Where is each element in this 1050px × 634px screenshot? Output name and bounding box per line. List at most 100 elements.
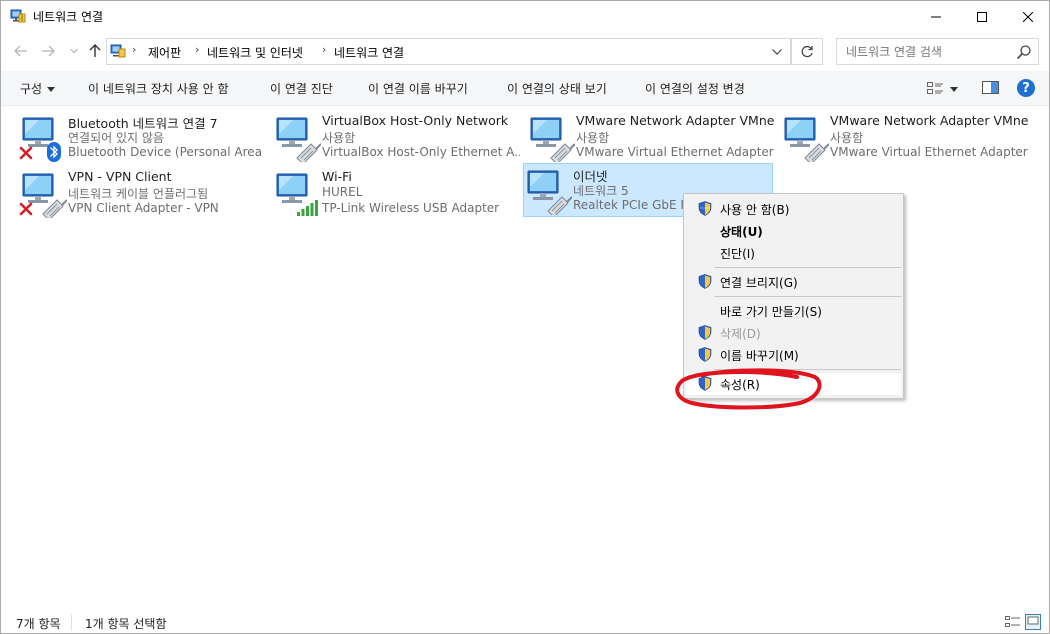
- window-title: 네트워크 연결: [33, 10, 104, 24]
- breadcrumb-network-internet[interactable]: 네트워크 및 인터넷: [207, 44, 303, 61]
- ethernet-network-icon: [530, 117, 575, 162]
- minimize-button[interactable]: [913, 1, 959, 32]
- search-icon[interactable]: [1016, 44, 1032, 60]
- forward-button[interactable]: [38, 41, 58, 61]
- ethernet-network-icon: [784, 117, 829, 162]
- connection-device: Bluetooth Device (Personal Area ...: [68, 145, 266, 159]
- breadcrumb-separator[interactable]: ›: [195, 43, 199, 56]
- breadcrumb-separator[interactable]: ›: [322, 43, 326, 56]
- refresh-icon: [801, 45, 813, 57]
- menu-item-rename[interactable]: 이름 바꾸기(M): [686, 344, 901, 366]
- organize-menu[interactable]: 구성: [20, 80, 56, 97]
- connection-device: VPN Client Adapter - VPN: [68, 201, 219, 215]
- preview-pane-button[interactable]: [982, 80, 1000, 98]
- details-view-icon[interactable]: [1005, 614, 1021, 630]
- address-dropdown-button[interactable]: [767, 44, 787, 60]
- connection-device: VirtualBox Host-Only Ethernet A...: [322, 145, 520, 159]
- uac-shield-icon: [698, 347, 712, 362]
- up-button[interactable]: [85, 41, 105, 61]
- context-menu: 사용 안 함(B) 상태(U) 진단(I) 연결 브리지(G) 바로 가기 만들…: [683, 193, 904, 399]
- ethernet-network-icon: [527, 170, 572, 215]
- menu-item-label: 상태(U): [720, 225, 763, 239]
- connection-item[interactable]: Bluetooth 네트워크 연결 7 연결되어 있지 않음 Bluetooth D…: [18, 110, 268, 164]
- connection-name: VMware Network Adapter VMnet1: [576, 113, 774, 128]
- address-row: › 제어판 › 네트워크 및 인터넷 › 네트워크 연결: [1, 32, 1049, 71]
- diagnose-connection-button[interactable]: 이 연결 진단: [270, 80, 333, 97]
- uac-shield-icon: [698, 325, 712, 340]
- bluetooth-network-icon: [19, 117, 61, 162]
- ethernet-network-icon: [19, 173, 67, 218]
- close-icon: [1023, 11, 1033, 22]
- connection-item[interactable]: VPN - VPN Client 네트워크 케이블 언플러그됨 VPN Client…: [18, 166, 268, 220]
- connection-status: 사용함: [322, 131, 356, 145]
- large-icons-view-icon[interactable]: [1025, 614, 1041, 630]
- disable-device-button[interactable]: 이 네트워크 장치 사용 안 함: [88, 80, 229, 97]
- refresh-button[interactable]: [791, 38, 823, 65]
- change-view-button[interactable]: [927, 80, 963, 98]
- search-box[interactable]: [836, 38, 1039, 65]
- rename-connection-button[interactable]: 이 연결 이름 바꾸기: [368, 80, 468, 97]
- close-button[interactable]: [1005, 1, 1050, 32]
- menu-item-label: 삭제(D): [720, 327, 761, 341]
- menu-item-properties[interactable]: 속성(R): [686, 373, 901, 395]
- breadcrumb-control-panel[interactable]: 제어판: [148, 44, 181, 61]
- ethernet-network-icon: [276, 117, 321, 162]
- menu-item-delete[interactable]: 삭제(D): [686, 322, 901, 344]
- network-connections-window: 네트워크 연결 › 제어판 › 네트워크 및 인터넷 › 네트워크 연결 네트워…: [0, 0, 1050, 634]
- change-settings-button[interactable]: 이 연결의 설정 변경: [645, 80, 745, 97]
- menu-separator: [714, 267, 901, 268]
- wifi-network-icon: [276, 173, 318, 216]
- recent-locations-button[interactable]: [64, 41, 84, 61]
- connection-status: 연결되어 있지 않음: [68, 131, 164, 145]
- status-separator: [71, 614, 72, 630]
- network-connections-icon: [110, 44, 126, 58]
- breadcrumb-network-connections[interactable]: 네트워크 연결: [334, 44, 404, 61]
- connection-name: VPN - VPN Client: [68, 169, 172, 184]
- menu-item-status[interactable]: 상태(U): [686, 220, 901, 242]
- network-connections-icon: [10, 9, 26, 23]
- caret-down-icon: [950, 86, 958, 92]
- address-bar[interactable]: › 제어판 › 네트워크 및 인터넷 › 네트워크 연결: [106, 38, 791, 65]
- connection-item[interactable]: VMware Network Adapter VMnet1 사용함 VMware V…: [526, 110, 776, 164]
- connection-item[interactable]: VMware Network Adapter VMnet8 사용함 VMware V…: [780, 110, 1030, 164]
- uac-shield-icon: [698, 201, 712, 216]
- search-input[interactable]: [837, 39, 1012, 64]
- menu-item-label: 속성(R): [720, 378, 760, 392]
- connection-name: VMware Network Adapter VMnet8: [830, 113, 1028, 128]
- back-button[interactable]: [11, 41, 31, 61]
- connection-item[interactable]: VirtualBox Host-Only Network 사용함 VirtualBo…: [272, 110, 522, 164]
- preview-pane-icon: [982, 81, 999, 94]
- organize-label: 구성: [20, 82, 43, 96]
- title-bar: 네트워크 연결: [1, 1, 1049, 32]
- item-count: 7개 항목: [16, 617, 61, 631]
- view-status-button[interactable]: 이 연결의 상태 보기: [507, 80, 607, 97]
- menu-item-label: 진단(I): [720, 247, 755, 261]
- connection-name: Wi-Fi: [322, 169, 352, 184]
- menu-item-label: 연결 브리지(G): [720, 276, 798, 290]
- uac-shield-icon: [698, 376, 712, 391]
- selected-count: 1개 항목 선택함: [85, 617, 167, 631]
- menu-item-label: 이름 바꾸기(M): [720, 349, 799, 363]
- breadcrumb-separator[interactable]: ›: [132, 43, 136, 56]
- arrow-up-icon: [89, 44, 101, 57]
- menu-item-create-shortcut[interactable]: 바로 가기 만들기(S): [686, 300, 901, 322]
- maximize-icon: [977, 11, 987, 22]
- connection-status: HUREL: [322, 185, 363, 199]
- connection-name: VirtualBox Host-Only Network: [322, 113, 509, 128]
- connection-status: 사용함: [830, 131, 864, 145]
- menu-separator: [714, 296, 901, 297]
- menu-item-disable[interactable]: 사용 안 함(B): [686, 198, 901, 220]
- connection-device: VMware Virtual Ethernet Adapter...: [576, 145, 774, 159]
- menu-item-diagnose[interactable]: 진단(I): [686, 242, 901, 264]
- maximize-button[interactable]: [959, 1, 1005, 32]
- chevron-down-icon: [772, 49, 782, 55]
- caret-down-icon: [47, 87, 56, 92]
- help-button[interactable]: ?: [1017, 79, 1035, 97]
- connection-item[interactable]: Wi-Fi HUREL TP-Link Wireless USB Adapter: [272, 166, 522, 220]
- menu-item-label: 바로 가기 만들기(S): [720, 305, 822, 319]
- connection-status: 사용함: [576, 131, 610, 145]
- minimize-icon: [931, 16, 941, 17]
- connection-status: 네트워크 케이블 언플러그됨: [68, 187, 209, 201]
- menu-item-bridge[interactable]: 연결 브리지(G): [686, 271, 901, 293]
- view-details-icon: [927, 82, 943, 94]
